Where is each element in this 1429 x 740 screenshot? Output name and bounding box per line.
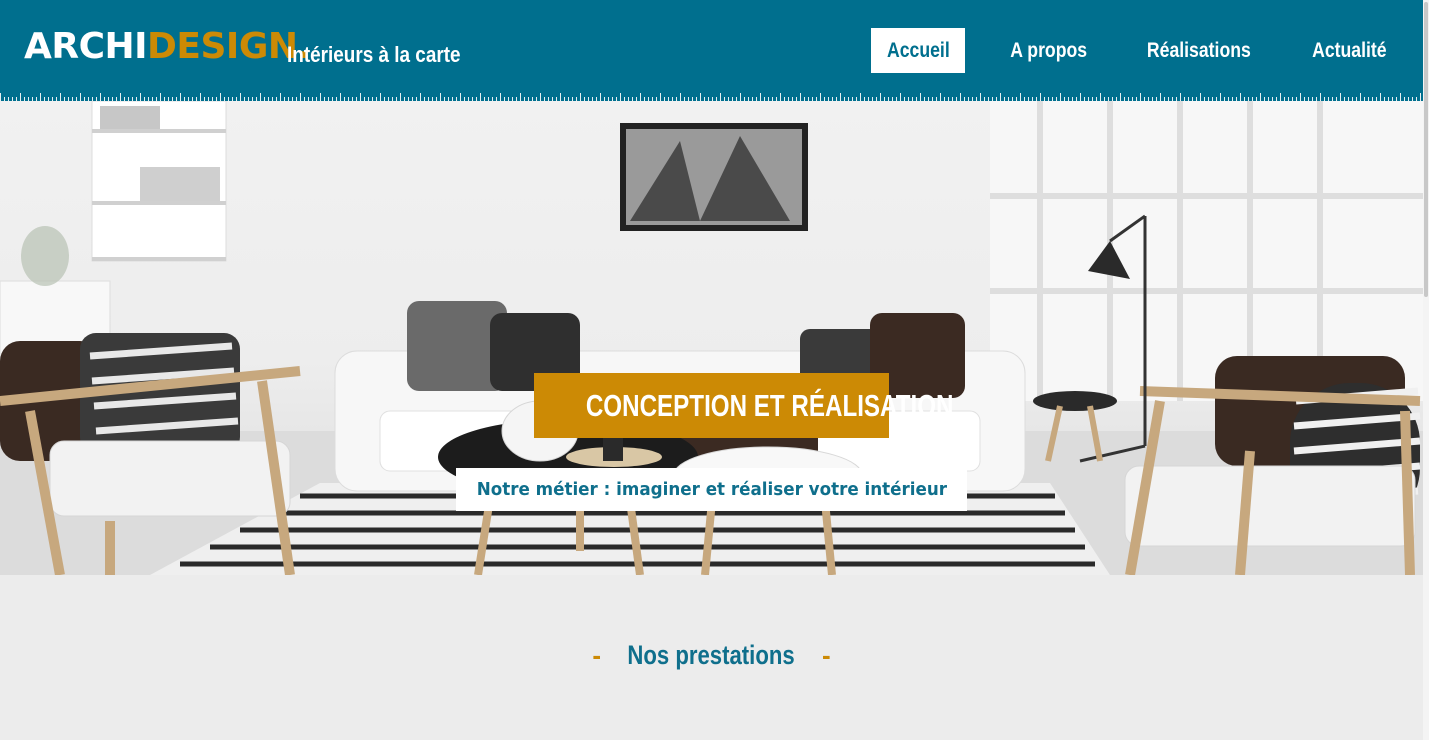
nav-item-label: Accueil <box>886 39 950 62</box>
header-ruler-border <box>0 93 1423 101</box>
scrollbar-thumb[interactable] <box>1424 2 1428 297</box>
nav-item-accueil[interactable]: Accueil <box>871 28 965 73</box>
section-heading-text: Nos prestations <box>627 640 796 670</box>
hero-subtitle-text: Notre métier : imaginer et réaliser votr… <box>476 479 947 500</box>
nav-item-actualite[interactable]: Actualité <box>1297 28 1401 73</box>
hero-banner: CONCEPTION ET RÉALISATION Notre métier :… <box>0 101 1423 575</box>
nav-item-label: Réalisations <box>1147 39 1251 62</box>
main-nav: Accueil A propos Réalisations Actualité <box>0 28 1423 73</box>
nav-item-label: Actualité <box>1311 39 1387 62</box>
page: ARCHI DESIGN. Intérieurs à la carte Accue… <box>0 0 1423 740</box>
nav-item-label: A propos <box>1010 39 1088 62</box>
hero-title: CONCEPTION ET RÉALISATION <box>534 373 953 438</box>
section-heading-prestations: - Nos prestations - <box>0 640 1423 671</box>
page-scrollbar[interactable] <box>1423 0 1429 740</box>
hero-title-text: CONCEPTION ET RÉALISATION <box>585 388 954 423</box>
site-header: ARCHI DESIGN. Intérieurs à la carte Accue… <box>0 0 1423 101</box>
heading-dash-left: - <box>592 640 602 670</box>
heading-dash-right: - <box>821 640 831 670</box>
nav-item-a-propos[interactable]: A propos <box>1000 28 1098 73</box>
nav-item-realisations[interactable]: Réalisations <box>1135 28 1263 73</box>
hero-subtitle: Notre métier : imaginer et réaliser votr… <box>456 468 967 511</box>
